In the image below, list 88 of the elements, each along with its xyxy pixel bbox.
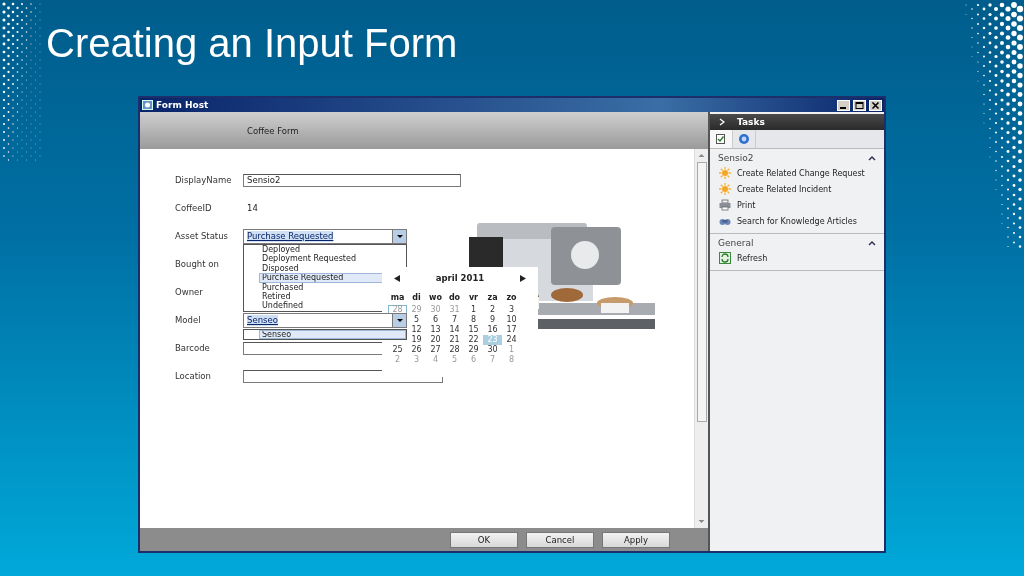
weekday-label: ma <box>389 292 406 304</box>
help-icon <box>738 133 750 145</box>
calendar-day[interactable]: 20 <box>426 335 445 345</box>
calendar-day[interactable]: 1 <box>464 305 483 315</box>
dialog-button[interactable]: OK <box>450 531 518 548</box>
slide-title: Creating an Input Form <box>46 20 458 67</box>
next-month-icon[interactable] <box>520 274 526 282</box>
task-label: Search for Knowledge Articles <box>737 216 857 226</box>
calendar-title: april 2011 <box>435 273 485 283</box>
input-field[interactable]: Sensio2 <box>243 173 461 187</box>
calendar-day[interactable]: 6 <box>426 315 445 325</box>
weekday-label: do <box>447 292 462 304</box>
calendar-day[interactable]: 28 <box>445 345 464 355</box>
calendar-day[interactable]: 25 <box>388 345 407 355</box>
task-link[interactable]: Print <box>710 197 884 213</box>
calendar-day[interactable]: 29 <box>464 345 483 355</box>
calendar-day[interactable]: 13 <box>426 325 445 335</box>
calendar-day[interactable]: 21 <box>445 335 464 345</box>
calendar-day[interactable]: 26 <box>407 345 426 355</box>
field-label: Bought on <box>175 259 220 269</box>
refresh-icon <box>719 252 731 264</box>
field-value: 14 <box>246 203 258 213</box>
collapse-icon[interactable] <box>868 154 876 162</box>
calendar-day[interactable]: 15 <box>464 325 483 335</box>
field-label: Model <box>175 315 202 325</box>
task-label: Create Related Change Request <box>737 168 865 178</box>
task-label: Create Related Incident <box>737 184 832 194</box>
pane-tab[interactable] <box>710 130 733 148</box>
dropdown-item[interactable]: Deployed <box>259 245 406 255</box>
dropdown-arrow-icon[interactable] <box>395 316 404 324</box>
calendar-day[interactable]: 24 <box>502 335 521 345</box>
minimize-icon[interactable] <box>837 99 850 111</box>
collapse-icon[interactable] <box>868 239 876 247</box>
field-label: Barcode <box>175 343 211 353</box>
calendar-day[interactable]: 30 <box>483 345 502 355</box>
field-label: DisplayName <box>175 175 233 185</box>
checklist-icon <box>715 133 727 145</box>
calendar-day[interactable]: 12 <box>407 325 426 335</box>
field-label: Owner <box>175 287 204 297</box>
dropdown-arrow-icon[interactable] <box>395 232 404 240</box>
section-title: Sensio2 <box>718 153 754 163</box>
calendar-day[interactable]: 14 <box>445 325 464 335</box>
task-link[interactable]: Refresh <box>710 250 884 266</box>
weekday-label: vr <box>467 292 480 304</box>
calendar-day[interactable]: 27 <box>426 345 445 355</box>
calendar-day[interactable]: 5 <box>407 315 426 325</box>
scrollbar-thumb[interactable] <box>696 162 707 422</box>
task-label: Refresh <box>737 253 768 263</box>
section-title: General <box>718 238 754 248</box>
dialog-button[interactable]: Cancel <box>526 531 594 548</box>
form-title: Coffee Form <box>247 125 299 136</box>
task-label: Print <box>737 200 756 210</box>
tasks-title: Tasks <box>737 117 765 127</box>
maximize-icon[interactable] <box>853 99 866 111</box>
weekday-label: wo <box>428 292 443 304</box>
close-icon[interactable] <box>869 99 882 111</box>
printer-icon <box>719 199 731 211</box>
calendar-day[interactable]: 7 <box>445 315 464 325</box>
calendar-day[interactable]: 10 <box>502 315 521 325</box>
sun-icon <box>719 167 731 179</box>
chevron-right-icon[interactable] <box>719 118 725 126</box>
weekday-label: zo <box>505 292 518 304</box>
calendar-day[interactable]: 17 <box>502 325 521 335</box>
window-title: Form Host <box>156 100 209 110</box>
task-link[interactable]: Search for Knowledge Articles <box>710 213 884 229</box>
app-icon <box>142 100 153 110</box>
combo-box[interactable]: Purchase Requested <box>243 228 407 244</box>
task-link[interactable]: Create Related Incident <box>710 181 884 197</box>
calendar-day[interactable]: 22 <box>464 335 483 345</box>
calendar-day[interactable]: 19 <box>407 335 426 345</box>
weekday-label: za <box>486 292 499 304</box>
field-label: Location <box>175 371 212 381</box>
field-label: CoffeeID <box>175 203 213 213</box>
sun-icon <box>719 183 731 195</box>
task-link[interactable]: Create Related Change Request <box>710 165 884 181</box>
dialog-button[interactable]: Apply <box>602 531 670 548</box>
combo-box[interactable]: Senseo <box>243 312 407 328</box>
calendar-day[interactable]: 9 <box>483 315 502 325</box>
calendar-day[interactable]: 16 <box>483 325 502 335</box>
field-label: Asset Status <box>175 231 230 241</box>
dropdown-item[interactable]: Deployment Requested <box>259 254 406 264</box>
scroll-up-icon[interactable] <box>697 151 706 160</box>
weekday-label: di <box>411 292 422 304</box>
calendar-day[interactable]: 2 <box>483 305 502 315</box>
calendar-day[interactable]: 8 <box>464 315 483 325</box>
previous-month-icon[interactable] <box>394 274 400 282</box>
scroll-down-icon[interactable] <box>697 517 706 526</box>
calendar-day[interactable]: 3 <box>502 305 521 315</box>
